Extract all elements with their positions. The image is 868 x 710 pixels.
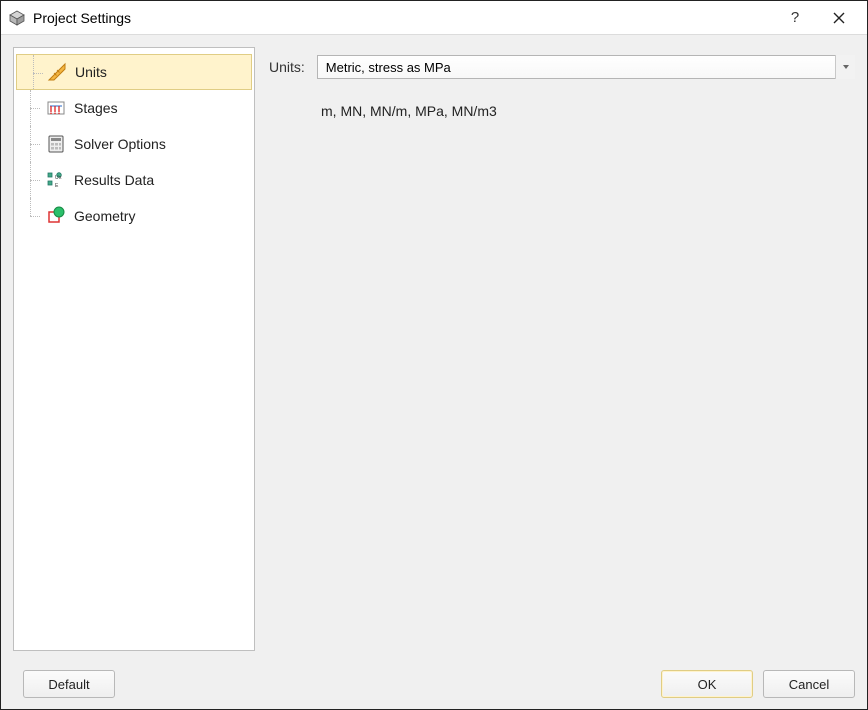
tree-connector: [26, 162, 40, 198]
ruler-icon: [47, 62, 67, 82]
solver-icon: [46, 134, 66, 154]
app-icon: [9, 10, 25, 26]
cancel-button[interactable]: Cancel: [763, 670, 855, 698]
ok-button[interactable]: OK: [661, 670, 753, 698]
help-button[interactable]: ?: [773, 1, 817, 34]
units-select[interactable]: Metric, stress as MPa: [317, 55, 855, 79]
tree-item-solver-options[interactable]: Solver Options: [14, 126, 254, 162]
close-button[interactable]: [817, 1, 861, 34]
tree-item-results-data[interactable]: U x E Results Data: [14, 162, 254, 198]
tree-connector: [26, 198, 40, 234]
tree-item-label: Units: [75, 64, 107, 80]
tree-item-stages[interactable]: Stages: [14, 90, 254, 126]
units-label: Units:: [269, 59, 305, 75]
tree-item-units[interactable]: Units: [16, 54, 252, 90]
tree-connector: [26, 126, 40, 162]
default-button[interactable]: Default: [23, 670, 115, 698]
units-select-wrap: Metric, stress as MPa: [317, 55, 855, 79]
svg-text:E: E: [55, 183, 59, 189]
svg-text:x: x: [59, 175, 62, 181]
tree-connector: [29, 55, 43, 89]
settings-tree: Units Stages: [13, 47, 255, 651]
units-selected-value: Metric, stress as MPa: [326, 60, 451, 75]
chevron-down-icon: [835, 55, 855, 79]
stages-icon: [46, 98, 66, 118]
dialog-footer: Default OK Cancel: [1, 659, 867, 709]
project-settings-dialog: Project Settings ? Units: [0, 0, 868, 710]
tree-item-label: Stages: [74, 100, 118, 116]
units-panel: Units: Metric, stress as MPa m, MN, MN/m…: [269, 47, 855, 651]
tree-connector: [26, 90, 40, 126]
units-field-row: Units: Metric, stress as MPa: [269, 55, 855, 79]
dialog-body: Units Stages: [1, 35, 867, 659]
titlebar: Project Settings ?: [1, 1, 867, 35]
tree-item-label: Solver Options: [74, 136, 166, 152]
geometry-icon: [46, 206, 66, 226]
tree-item-label: Results Data: [74, 172, 154, 188]
dialog-title: Project Settings: [33, 10, 773, 26]
tree-item-geometry[interactable]: Geometry: [14, 198, 254, 234]
results-icon: U x E: [46, 170, 66, 190]
tree-item-label: Geometry: [74, 208, 135, 224]
units-description: m, MN, MN/m, MPa, MN/m3: [321, 103, 855, 119]
